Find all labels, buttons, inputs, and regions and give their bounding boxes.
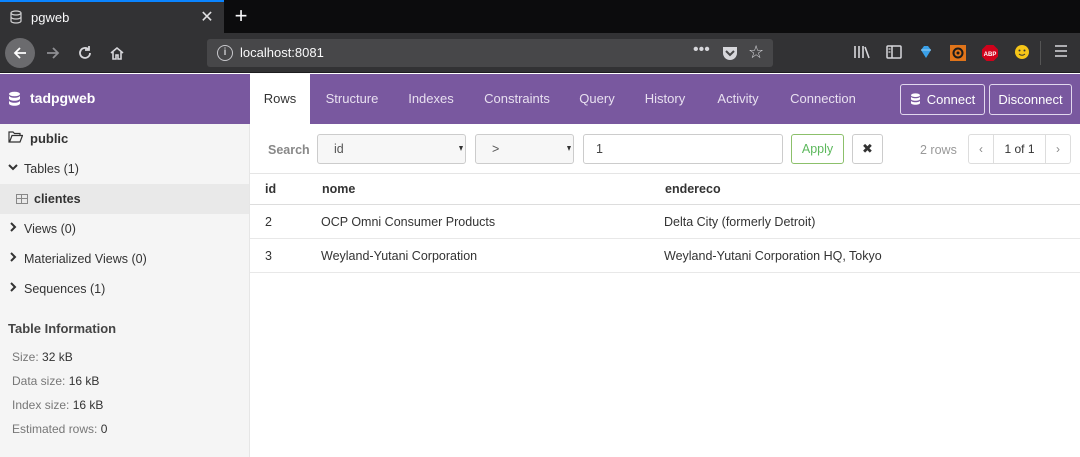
- tab-activity[interactable]: Activity: [712, 74, 764, 124]
- disconnect-button[interactable]: Disconnect: [989, 84, 1072, 115]
- adblock-plus-icon[interactable]: ABP: [980, 44, 1000, 64]
- brand-header: tadpgweb: [0, 74, 250, 124]
- search-label: Search: [268, 143, 310, 157]
- diamond-extension-icon[interactable]: [916, 44, 936, 64]
- column-select[interactable]: id: [317, 134, 466, 164]
- column-header[interactable]: endereco: [665, 182, 721, 196]
- folder-open-icon: [8, 131, 24, 146]
- pocket-icon[interactable]: [721, 44, 739, 62]
- tables-group[interactable]: Tables (1): [0, 154, 249, 184]
- pgweb-app: tadpgweb public Tables (1) clientes View…: [0, 74, 1080, 457]
- bookmark-star-icon[interactable]: ☆: [748, 42, 764, 63]
- connect-button[interactable]: Connect: [900, 84, 985, 115]
- chevron-right-icon: [8, 282, 18, 294]
- sequences-group[interactable]: Sequences (1): [0, 274, 249, 304]
- table-cell[interactable]: 2: [265, 215, 272, 229]
- browser-tab[interactable]: pgweb ✕: [0, 0, 224, 33]
- url-text[interactable]: localhost:8081: [240, 45, 324, 60]
- hamburger-menu-icon[interactable]: [1051, 44, 1071, 64]
- filter-value-input[interactable]: [583, 134, 783, 164]
- reset-filter-button[interactable]: ✖: [852, 134, 883, 164]
- new-tab-button[interactable]: +: [229, 2, 253, 30]
- table-cell[interactable]: Weyland-Yutani Corporation: [321, 249, 477, 263]
- database-icon: [910, 86, 921, 105]
- chevron-down-icon: [8, 162, 18, 174]
- database-icon: [9, 10, 23, 24]
- reload-button[interactable]: [70, 38, 100, 68]
- url-bar[interactable]: i localhost:8081 ••• ☆: [207, 39, 773, 67]
- table-cell[interactable]: Delta City (formerly Detroit): [664, 215, 815, 229]
- column-header[interactable]: id: [265, 182, 276, 196]
- table-icon: [16, 194, 28, 204]
- tab-title: pgweb: [31, 10, 70, 25]
- table-cell[interactable]: OCP Omni Consumer Products: [321, 215, 495, 229]
- info-size: Size: 32 kB: [12, 350, 73, 364]
- browser-nav-bar: i localhost:8081 ••• ☆ ABP: [0, 33, 1080, 73]
- chevron-right-icon: [8, 252, 18, 264]
- tab-connection[interactable]: Connection: [786, 74, 860, 124]
- forward-button[interactable]: [38, 38, 68, 68]
- database-icon: [8, 91, 21, 107]
- close-tab-icon[interactable]: ✕: [198, 7, 216, 27]
- back-button[interactable]: [5, 38, 35, 68]
- dropdown-arrow-icon: [459, 146, 463, 151]
- library-icon[interactable]: [852, 44, 872, 64]
- table-row[interactable]: 2 OCP Omni Consumer Products Delta City …: [250, 205, 1080, 239]
- svg-text:ABP: ABP: [984, 52, 997, 58]
- table-cell[interactable]: 3: [265, 249, 272, 263]
- rows-count: 2 rows: [920, 143, 957, 157]
- home-button[interactable]: [102, 38, 132, 68]
- chevron-right-icon: [8, 222, 18, 234]
- page-indicator: 1 of 1: [1004, 142, 1035, 156]
- views-group[interactable]: Views (0): [0, 214, 249, 244]
- column-header[interactable]: nome: [322, 182, 355, 196]
- brand-name: tadpgweb: [30, 90, 96, 106]
- tab-query[interactable]: Query: [574, 74, 620, 124]
- table-header: id nome endereco: [250, 174, 1080, 205]
- page-actions-icon[interactable]: •••: [693, 41, 710, 59]
- sidebar-toggle-icon[interactable]: [884, 44, 904, 64]
- gear-extension-icon[interactable]: [948, 44, 968, 64]
- dropdown-arrow-icon: [567, 146, 571, 151]
- info-index-size: Index size: 16 kB: [12, 398, 104, 412]
- tab-history[interactable]: History: [640, 74, 690, 124]
- tab-indexes[interactable]: Indexes: [400, 74, 462, 124]
- operator-select[interactable]: >: [475, 134, 574, 164]
- next-page-button[interactable]: ›: [1045, 135, 1070, 163]
- tab-rows[interactable]: Rows: [250, 74, 310, 124]
- sidebar: tadpgweb public Tables (1) clientes View…: [0, 74, 250, 457]
- smiley-extension-icon[interactable]: [1012, 44, 1032, 64]
- info-data-size: Data size: 16 kB: [12, 374, 100, 388]
- browser-tab-bar: pgweb ✕ +: [0, 0, 1080, 33]
- table-row[interactable]: 3 Weyland-Yutani Corporation Weyland-Yut…: [250, 239, 1080, 273]
- materialized-views-group[interactable]: Materialized Views (0): [0, 244, 249, 274]
- apply-button[interactable]: Apply: [791, 134, 844, 164]
- tab-structure[interactable]: Structure: [316, 74, 388, 124]
- tab-constraints[interactable]: Constraints: [478, 74, 556, 124]
- table-cell[interactable]: Weyland-Yutani Corporation HQ, Tokyo: [664, 249, 882, 263]
- info-icon[interactable]: i: [217, 45, 233, 61]
- table-info-title: Table Information: [8, 321, 117, 336]
- search-bar: Search id > Apply ✖ 2 rows ‹ 1 of 1 ›: [250, 124, 1080, 174]
- table-item-clientes[interactable]: clientes: [0, 184, 249, 214]
- pagination: ‹ 1 of 1 ›: [968, 134, 1071, 164]
- schema-name[interactable]: public: [8, 131, 68, 146]
- info-estimated-rows: Estimated rows: 0: [12, 422, 108, 436]
- prev-page-button[interactable]: ‹: [969, 135, 994, 163]
- main-nav: Rows Structure Indexes Constraints Query…: [250, 74, 1080, 124]
- toolbar-divider: [1040, 41, 1041, 65]
